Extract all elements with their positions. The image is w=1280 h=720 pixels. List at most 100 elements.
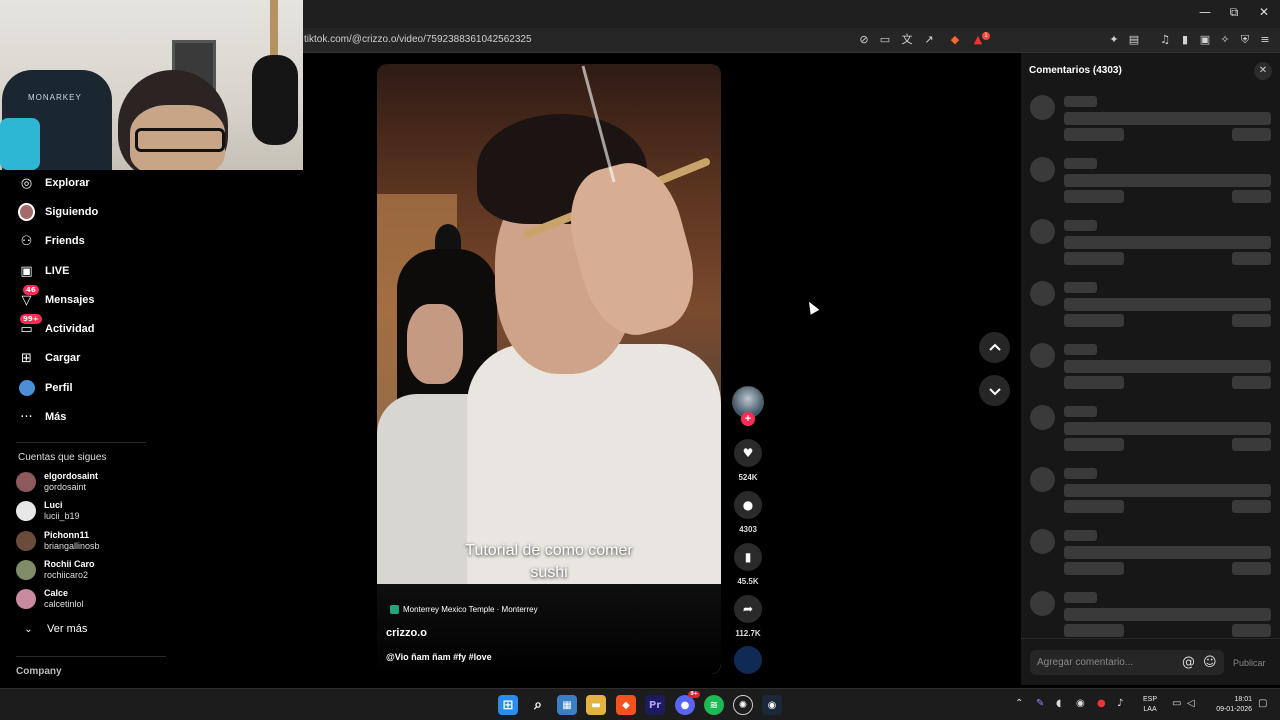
skeleton-bar [1064,298,1271,311]
company-link[interactable]: Company [16,666,62,677]
wallet-icon[interactable]: ▣ [1197,32,1213,48]
comment-skeleton [1021,95,1280,157]
messages-badge: 46 [23,284,39,295]
share-icon[interactable]: ↗ [921,32,937,48]
comment-skeleton [1021,467,1280,529]
avatar [16,501,36,521]
address-bar[interactable]: tiktok.com/@crizzo.o/video/7592388361042… [304,34,532,45]
nav-cargar[interactable]: ⊞ Cargar [18,347,80,369]
extensions-icon[interactable]: ✦ [1106,32,1122,48]
location-tag[interactable]: Monterrey Mexico Temple · Monterrey [390,605,538,614]
comment-button[interactable]: ● [734,491,762,519]
tray-pen-icon[interactable]: ✎ [1036,698,1044,709]
chair-accent [0,118,40,170]
brave-shields-icon[interactable]: ◆ [947,32,963,48]
close-comments-button[interactable]: ✕ [1254,62,1272,80]
volume-icon[interactable]: ◁ [1187,698,1195,709]
steam-icon[interactable]: ◉ [762,695,782,715]
music-disc[interactable] [734,646,762,674]
brave-rewards-icon[interactable]: ▲ 1 [970,32,990,48]
avatar [16,589,36,609]
previous-video-button[interactable] [979,332,1010,363]
nav-explorar[interactable]: ◎ Explorar [18,172,90,194]
following-account[interactable]: Calce calcetinlol [16,586,84,612]
skeleton-avatar [1030,343,1055,368]
post-comment-button[interactable]: Publicar [1233,658,1266,668]
skeleton-bar [1064,624,1124,637]
windows-start-icon[interactable]: ⊞ [498,695,518,715]
language-indicator[interactable]: ESP LAA [1143,695,1157,715]
tray-mic-icon[interactable]: ♪ [1117,698,1123,709]
chatgpt-icon[interactable]: ✺ [733,695,753,715]
tray-chevron-icon[interactable]: ⌃ [1015,698,1023,709]
video-author[interactable]: crizzo.o [386,627,427,639]
search-icon[interactable]: ⌕ [528,695,548,715]
avatar [16,472,36,492]
nav-mas[interactable]: ··· Más [18,406,66,428]
clock-date: 09-01-2026 [1216,706,1252,713]
no-tracking-icon[interactable]: ⊘ [856,32,872,48]
network-icon[interactable]: ▭ [1172,698,1181,709]
following-account[interactable]: Rochii Caro rochiicaro2 [16,557,95,583]
skeleton-bar [1232,624,1271,637]
notifications-icon[interactable]: ▢ [1258,698,1267,709]
following-account[interactable]: Pichonn11 briangallinosb [16,528,100,554]
share-button[interactable]: ➦ [734,595,762,623]
vpn-icon[interactable]: ⛨ [1237,32,1253,48]
messages-icon: ▽ 46 [18,284,39,309]
nav-friends[interactable]: ⚇ Friends [18,230,85,252]
emoji-icon[interactable]: ☺ [1203,655,1217,670]
nav-actividad[interactable]: ▭ 99+ Actividad [18,313,95,340]
skeleton-avatar [1030,467,1055,492]
file-explorer-icon[interactable]: ▬ [586,695,606,715]
close-window-button[interactable]: ✕ [1249,5,1279,19]
following-account[interactable]: Luci lucii_b19 [16,498,80,524]
save-button[interactable]: ▮ [734,543,762,571]
nav-siguiendo[interactable]: Siguiendo [18,201,98,223]
menu-icon[interactable]: ≡ [1257,32,1273,48]
like-button[interactable]: ♥ [734,439,762,467]
minimize-button[interactable]: — [1190,5,1220,19]
cast-icon[interactable]: ▭ [877,32,893,48]
skeleton-avatar [1030,219,1055,244]
nav-mensajes[interactable]: ▽ 46 Mensajes [18,284,95,311]
skeleton-bar [1064,484,1271,497]
media-icon[interactable]: ♫ [1157,32,1173,48]
nav-live[interactable]: ▣ LIVE [18,260,69,282]
activity-badge: 99+ [20,313,42,324]
account-name: Rochii Caro [44,559,95,569]
tray-app-icon[interactable]: ● [1097,698,1106,709]
skeleton-bar [1064,438,1124,451]
mention-icon[interactable]: @ [1182,655,1195,670]
sidebar-divider [16,656,166,657]
guitar-neck [270,0,278,60]
tray-steam-icon[interactable]: ◉ [1076,698,1085,709]
restore-button[interactable]: ⧉ [1219,5,1249,20]
video-player[interactable]: Tutorial de como comer sushi Monterrey M… [377,64,721,674]
tray-headset-icon[interactable]: ◖ [1056,698,1061,709]
account-username: briangallinosb [44,541,100,551]
see-more-button[interactable]: ⌄ Ver más [20,618,87,640]
sidebar-toggle-icon[interactable]: ▮ [1177,32,1193,48]
avatar [16,560,36,580]
skeleton-bar [1064,530,1097,541]
follow-plus-button[interactable]: + [741,412,755,426]
discord-icon[interactable]: ● 9+ [675,691,700,715]
system-clock[interactable]: 18:01 09-01-2026 [1206,695,1252,715]
activity-icon: ▭ 99+ [18,313,42,338]
following-account[interactable]: elgordosaint gordosaint [16,469,98,495]
comment-skeleton [1021,343,1280,405]
sidebar: ◎ Explorar Siguiendo ⚇ Friends ▣ LIVE ▽ 4… [0,170,166,685]
nav-perfil[interactable]: Perfil [18,377,73,399]
next-video-button[interactable] [979,375,1010,406]
spotify-icon[interactable]: ≋ [704,695,724,715]
premiere-pro-icon[interactable]: Pr [645,695,665,715]
brave-browser-icon[interactable]: ◆ [616,695,636,715]
video-caption: Tutorial de como comer sushi [377,540,721,584]
skeleton-bar [1232,438,1271,451]
translate-icon[interactable]: 文 [899,32,915,48]
nav-label: Cargar [45,352,81,364]
widgets-icon[interactable]: ▦ [557,695,577,715]
reading-mode-icon[interactable]: ▤ [1126,32,1142,48]
leo-ai-icon[interactable]: ✧ [1217,32,1233,48]
